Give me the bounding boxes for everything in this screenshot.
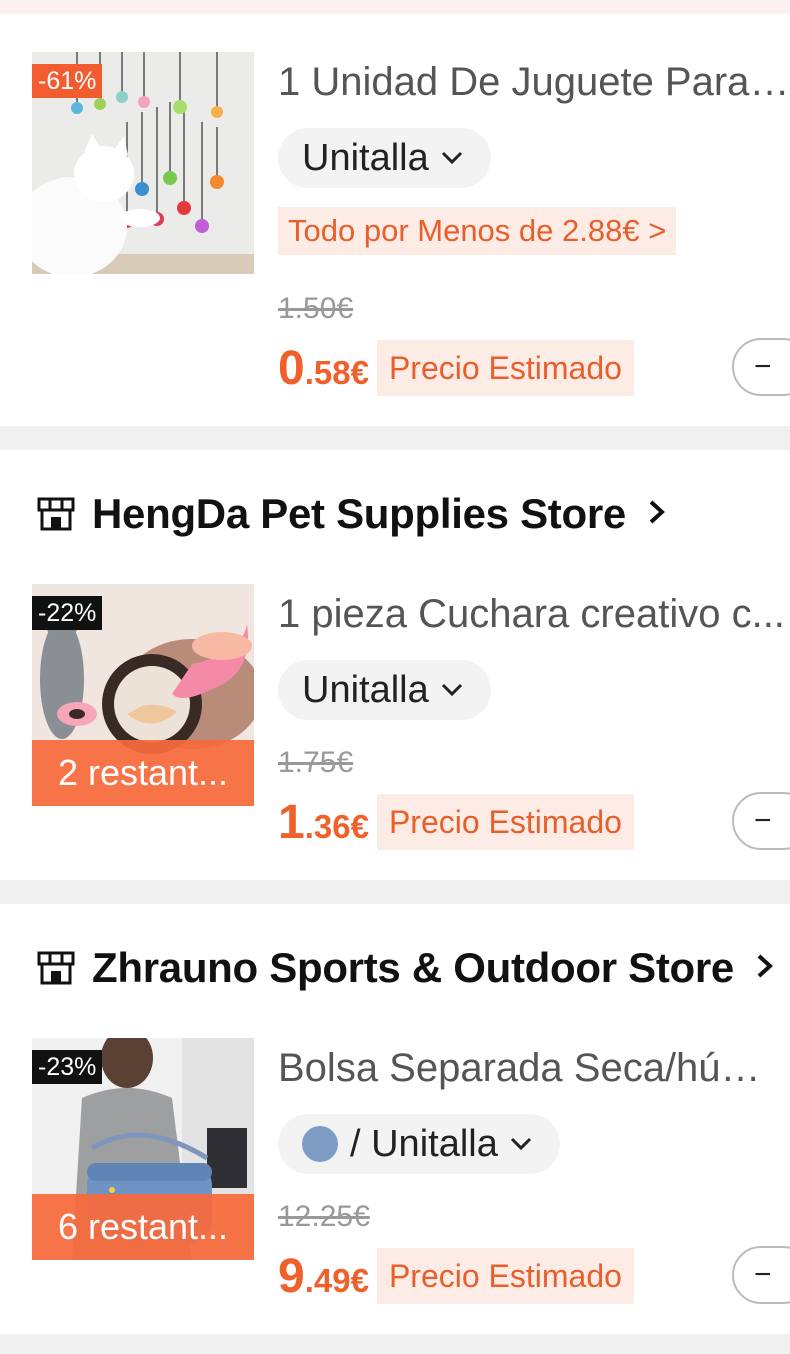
estimated-price-label: Precio Estimado (376, 340, 634, 396)
store-name: Zhrauno Sports & Outdoor Store (92, 944, 734, 991)
variant-selector[interactable]: Unitalla (278, 660, 491, 720)
product-image-bag[interactable]: -23% 6 restant... (32, 1038, 254, 1260)
price-integer: 1 (278, 796, 305, 849)
product-title[interactable]: 1 pieza Cuchara creativo c... (278, 592, 790, 637)
product-image-cat-toy[interactable]: -61% (32, 52, 254, 274)
color-swatch (302, 1126, 338, 1162)
discount-badge: -23% (32, 1050, 103, 1084)
current-price: 0.58€ (278, 341, 369, 396)
product-image-spoon[interactable]: -22% 2 restant... (32, 584, 254, 806)
original-price: 12.25€ (278, 1200, 370, 1233)
current-price: 9.49€ (278, 1249, 369, 1304)
estimated-price-label: Precio Estimado (376, 1248, 634, 1304)
store-icon (36, 496, 76, 532)
stock-remaining-banner: 6 restant... (32, 1194, 254, 1260)
variant-label: Unitalla (302, 136, 429, 179)
estimated-price-label: Precio Estimado (376, 794, 634, 850)
variant-selector[interactable]: Unitalla (278, 128, 491, 188)
chevron-down-icon (510, 1137, 532, 1151)
store-icon (36, 950, 76, 986)
discount-badge: -61% (32, 64, 103, 98)
section-separator (0, 426, 790, 450)
stock-remaining-banner: 2 restant... (32, 740, 254, 806)
top-strip (0, 0, 790, 14)
cart-item-1: -61% 1 Unidad De Juguete Para Gatos Unit… (0, 14, 790, 426)
store-header[interactable]: HengDa Pet Supplies Store (36, 484, 666, 544)
chevron-down-icon (441, 683, 463, 697)
price-decimal: .58€ (304, 354, 369, 391)
price-integer: 0 (278, 342, 305, 395)
price-integer: 9 (278, 1250, 305, 1303)
variant-label: Unitalla (302, 668, 429, 711)
price-row: 1.36€ Precio Estimado (278, 794, 634, 850)
decrease-quantity-button[interactable]: − (732, 338, 790, 396)
price-row: 0.58€ Precio Estimado (278, 340, 634, 396)
store-header[interactable]: Zhrauno Sports & Outdoor Store (36, 938, 774, 998)
decrease-quantity-button[interactable]: − (732, 792, 790, 850)
variant-selector[interactable]: / Unitalla (278, 1114, 560, 1174)
price-decimal: .49€ (304, 1262, 369, 1299)
product-title[interactable]: 1 Unidad De Juguete Para Gatos (278, 60, 790, 105)
cart-item-2: HengDa Pet Supplies Store -22% 2 restant… (0, 450, 790, 880)
cart-item-3: Zhrauno Sports & Outdoor Store -23% 6 re… (0, 904, 790, 1334)
original-price: 1.50€ (278, 292, 354, 325)
chevron-down-icon (441, 151, 463, 165)
store-name: HengDa Pet Supplies Store (92, 490, 626, 537)
price-decimal: .36€ (304, 808, 369, 845)
chevron-right-icon (756, 949, 774, 988)
product-title[interactable]: Bolsa Separada Seca/húmeda (278, 1046, 790, 1091)
section-separator (0, 880, 790, 904)
decrease-quantity-button[interactable]: − (732, 1246, 790, 1304)
discount-badge: -22% (32, 596, 103, 630)
price-row: 9.49€ Precio Estimado (278, 1248, 634, 1304)
promo-tag[interactable]: Todo por Menos de 2.88€ > (278, 207, 677, 255)
original-price: 1.75€ (278, 746, 354, 779)
chevron-right-icon (648, 495, 666, 534)
section-separator (0, 1334, 790, 1354)
current-price: 1.36€ (278, 795, 369, 850)
variant-label: / Unitalla (350, 1122, 498, 1165)
